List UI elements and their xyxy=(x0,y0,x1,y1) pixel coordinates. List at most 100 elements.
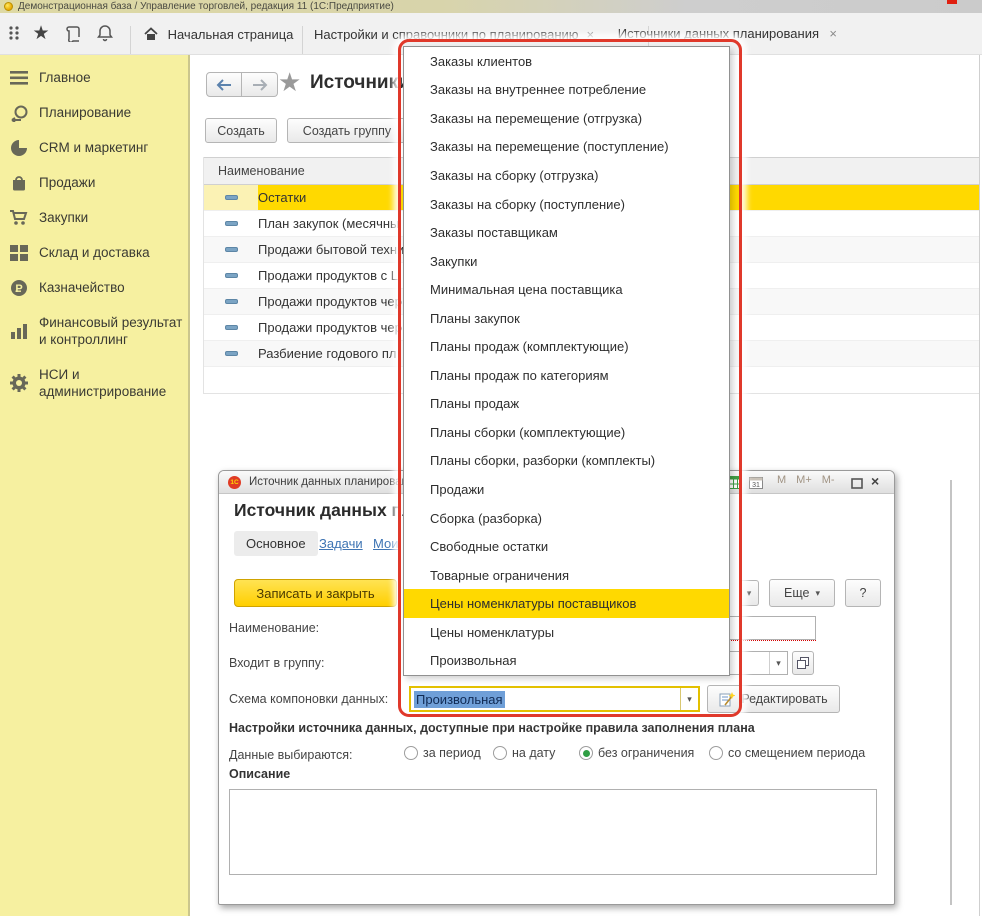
dropdown-item[interactable]: Заказы поставщикам xyxy=(404,218,729,247)
favorite-star-icon[interactable]: ★ xyxy=(278,67,301,98)
dropdown-item[interactable]: Планы продаж xyxy=(404,390,729,419)
row-icon-cell xyxy=(204,263,258,288)
row-label: Продажи бытовой техни xyxy=(258,242,404,257)
sidebar-item-financial-result[interactable]: Финансовый результат и контроллинг xyxy=(0,305,188,357)
close-button-fragment[interactable] xyxy=(947,0,957,4)
edit-button-label: Редактировать xyxy=(741,692,827,706)
sidebar-item-main[interactable]: Главное xyxy=(0,60,188,95)
description-textarea[interactable] xyxy=(229,789,877,875)
window-titlebar: Демонстрационная база / Управление торго… xyxy=(0,0,982,13)
warehouse-icon xyxy=(8,243,30,263)
back-button[interactable] xyxy=(206,72,242,97)
notifications-bell-icon[interactable] xyxy=(94,22,116,44)
sidebar-item-treasury[interactable]: Р Казначейство xyxy=(0,270,188,305)
radio-bez-ogranicheniya[interactable]: без ограничения xyxy=(579,746,694,760)
row-icon-cell xyxy=(204,237,258,262)
sidebar-item-master-data-admin[interactable]: НСИ и администрирование xyxy=(0,357,188,409)
sidebar-item-crm-marketing[interactable]: CRM и маркетинг xyxy=(0,130,188,165)
sidebar-item-label: Склад и доставка xyxy=(39,244,187,261)
dropdown-item[interactable]: Заказы клиентов xyxy=(404,47,729,76)
dialog-tab-tasks[interactable]: Задачи xyxy=(319,536,363,551)
dropdown-item[interactable]: Свободные остатки xyxy=(404,532,729,561)
dropdown-item[interactable]: Товарные ограничения xyxy=(404,561,729,590)
calendar-icon[interactable]: 31 xyxy=(749,476,763,494)
dropdown-item[interactable]: Заказы на перемещение (отгрузка) xyxy=(404,104,729,133)
dialog-tab-my[interactable]: Мои xyxy=(373,536,398,551)
create-group-button[interactable]: Создать группу xyxy=(287,118,407,143)
radio-za-period[interactable]: за период xyxy=(404,746,481,760)
forward-button[interactable] xyxy=(242,72,278,97)
row-label: План закупок (месячны xyxy=(258,216,399,231)
sidebar-item-label: Планирование xyxy=(39,104,187,121)
radio-na-datu[interactable]: на дату xyxy=(493,746,555,760)
svg-text:31: 31 xyxy=(752,482,760,489)
row-label: Продажи продуктов чер xyxy=(258,320,402,335)
radio-so-smescheniem[interactable]: со смещением периода xyxy=(709,746,865,760)
history-scroll-icon[interactable] xyxy=(62,22,84,44)
dropdown-item[interactable]: Произвольная xyxy=(404,646,729,675)
row-label: Продажи продуктов с L xyxy=(258,268,398,283)
tab-close-icon[interactable]: × xyxy=(829,26,837,41)
dropdown-item[interactable]: Сборка (разборка) xyxy=(404,504,729,533)
dropdown-item[interactable]: Закупки xyxy=(404,247,729,276)
row-icon-cell xyxy=(204,289,258,314)
dropdown-item[interactable]: Заказы на сборку (поступление) xyxy=(404,190,729,219)
dialog-heading: Источник данных пл xyxy=(234,500,413,521)
memory-plus-button[interactable]: М+ xyxy=(796,474,812,486)
tab-home[interactable]: Начальная страница xyxy=(131,13,302,55)
save-and-close-label: Записать и закрыть xyxy=(256,586,374,601)
dropdown-item[interactable]: Продажи xyxy=(404,475,729,504)
radio-label: без ограничения xyxy=(598,746,694,760)
save-and-close-button[interactable]: Записать и закрыть xyxy=(234,579,397,607)
pie-chart-icon xyxy=(8,138,30,158)
dropdown-item[interactable]: Минимальная цена поставщика xyxy=(404,275,729,304)
dropdown-item[interactable]: Заказы на перемещение (поступление) xyxy=(404,133,729,162)
row-label: Продажи продуктов чер xyxy=(258,294,402,309)
radio-icon xyxy=(709,746,723,760)
dropdown-item[interactable]: Планы продаж (комплектующие) xyxy=(404,332,729,361)
maximize-icon[interactable] xyxy=(851,476,863,494)
favorites-star-icon[interactable]: ★ xyxy=(30,22,52,44)
sidebar-item-label: Финансовый результат и контроллинг xyxy=(39,314,187,348)
split-dropdown-button[interactable]: ▾ xyxy=(739,580,759,606)
sidebar-item-sales[interactable]: Продажи xyxy=(0,165,188,200)
sidebar-item-label: НСИ и администрирование xyxy=(39,366,187,400)
dropdown-item[interactable]: Заказы на сборку (отгрузка) xyxy=(404,161,729,190)
svg-text:Р: Р xyxy=(15,283,22,295)
sidebar-item-label: Главное xyxy=(39,69,187,86)
create-button-label: Создать xyxy=(217,124,265,138)
window-edge xyxy=(979,55,980,916)
memory-minus-button[interactable]: М- xyxy=(822,474,835,486)
more-button[interactable]: Еще ▾ xyxy=(769,579,835,607)
open-button[interactable] xyxy=(792,651,814,675)
help-button[interactable]: ? xyxy=(845,579,881,607)
row-label: Разбиение годового пл xyxy=(258,346,397,361)
dropdown-item[interactable]: Планы продаж по категориям xyxy=(404,361,729,390)
row-icon-cell xyxy=(204,341,258,366)
chevron-down-icon[interactable]: ▾ xyxy=(769,652,787,674)
radio-label: за период xyxy=(423,746,481,760)
radio-selected-icon xyxy=(579,746,593,760)
grid-menu-icon[interactable] xyxy=(4,22,26,44)
dialog-tab-main[interactable]: Основное xyxy=(234,531,318,556)
create-button[interactable]: Создать xyxy=(205,118,277,143)
section-header: Настройки источника данных, доступные пр… xyxy=(229,721,755,735)
dropdown-item[interactable]: Цены номенклатуры xyxy=(404,618,729,647)
sidebar-item-warehouse-delivery[interactable]: Склад и доставка xyxy=(0,235,188,270)
data-select-label: Данные выбираются: xyxy=(229,748,352,762)
dropdown-item[interactable]: Планы сборки, разборки (комплекты) xyxy=(404,447,729,476)
memory-button[interactable]: М xyxy=(777,474,786,486)
dialog-memory-buttons: М М+ М- xyxy=(772,474,840,486)
row-icon-cell xyxy=(204,211,258,236)
dialog-title: Источник данных планировани xyxy=(249,476,414,488)
menu-icon xyxy=(8,68,30,88)
sidebar-item-purchases[interactable]: Закупки xyxy=(0,200,188,235)
dropdown-item[interactable]: Заказы на внутреннее потребление xyxy=(404,76,729,105)
row-dash-icon xyxy=(225,195,238,200)
dropdown-item[interactable]: Планы закупок xyxy=(404,304,729,333)
gear-icon xyxy=(8,373,30,393)
close-icon[interactable]: × xyxy=(871,473,879,489)
dropdown-item[interactable]: Планы сборки (комплектующие) xyxy=(404,418,729,447)
dropdown-item-highlighted[interactable]: Цены номенклатуры поставщиков xyxy=(404,589,729,618)
sidebar-item-planning[interactable]: Планирование xyxy=(0,95,188,130)
